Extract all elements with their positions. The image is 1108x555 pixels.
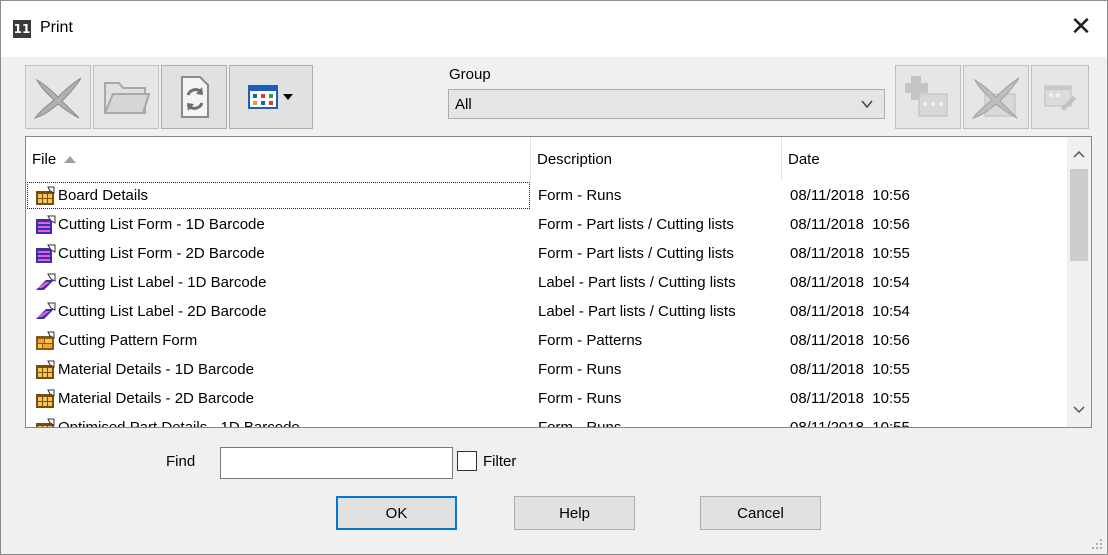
edit-group-button[interactable]: [1031, 65, 1089, 129]
table-row[interactable]: Cutting List Form - 2D Barcode Form - Par…: [26, 239, 1066, 268]
x-icon: [33, 77, 82, 119]
file-name: Cutting List Form - 2D Barcode: [58, 245, 265, 262]
table-row[interactable]: Cutting Pattern Form Form - Patterns 08/11…: [26, 326, 1066, 355]
refresh-button[interactable]: [161, 65, 227, 129]
scrollbar-thumb[interactable]: [1070, 169, 1088, 261]
app-icon: 11: [13, 20, 31, 38]
resize-grip-icon[interactable]: [1091, 538, 1103, 550]
form-icon: [34, 388, 56, 410]
date-cell: 08/11/2018 10:55: [790, 361, 910, 378]
file-name: Cutting List Label - 1D Barcode: [58, 274, 267, 291]
table-row[interactable]: Board Details Form - Runs 08/11/2018 10:56: [26, 181, 1066, 210]
file-cell[interactable]: Material Details - 1D Barcode: [26, 355, 531, 384]
file-cell[interactable]: Cutting List Form - 1D Barcode: [26, 210, 531, 239]
delete-button[interactable]: [25, 65, 91, 129]
folder-icon: [103, 82, 151, 114]
column-header-description[interactable]: Description: [531, 137, 782, 181]
column-header-date-label: Date: [788, 150, 820, 168]
group-select[interactable]: All: [448, 89, 885, 119]
description-cell: Form - Part lists / Cutting lists: [538, 245, 734, 262]
vertical-scrollbar[interactable]: [1067, 137, 1091, 427]
filter-label: Filter: [483, 453, 517, 470]
form-icon: [34, 417, 56, 427]
file-cell[interactable]: Cutting List Form - 2D Barcode: [26, 239, 531, 268]
table-row[interactable]: Cutting List Form - 1D Barcode Form - Par…: [26, 210, 1066, 239]
scroll-down-icon[interactable]: [1067, 399, 1091, 421]
table-row[interactable]: Material Details - 1D Barcode Form - Runs…: [26, 355, 1066, 384]
table-row[interactable]: Cutting List Label - 1D Barcode Label - P…: [26, 268, 1066, 297]
column-header-file[interactable]: File: [26, 137, 531, 181]
description-cell: Label - Part lists / Cutting lists: [538, 303, 736, 320]
file-cell[interactable]: Material Details - 2D Barcode: [26, 384, 531, 413]
cancel-button[interactable]: Cancel: [700, 496, 821, 530]
description-cell: Form - Runs: [538, 390, 622, 407]
file-name: Cutting List Form - 1D Barcode: [58, 216, 265, 233]
description-cell: Label - Part lists / Cutting lists: [538, 274, 736, 291]
table-row[interactable]: Optimised Part Details - 1D Barcode Form …: [26, 413, 1066, 428]
group-label: Group: [449, 66, 491, 83]
date-cell: 08/11/2018 10:56: [790, 216, 910, 233]
table-row[interactable]: Cutting List Label - 2D Barcode Label - P…: [26, 297, 1066, 326]
column-header-file-label: File: [32, 150, 57, 168]
column-header-date[interactable]: Date: [782, 137, 1066, 181]
date-cell: 08/11/2018 10:55: [790, 419, 910, 428]
date-cell: 08/11/2018 10:55: [790, 390, 910, 407]
file-name: Material Details - 2D Barcode: [58, 390, 254, 407]
file-name: Cutting Pattern Form: [58, 332, 198, 349]
chevron-down-icon: [861, 100, 873, 109]
label-icon: [34, 301, 56, 323]
list-form-icon: [34, 214, 56, 236]
description-cell: Form - Runs: [538, 361, 622, 378]
sort-ascending-icon: [64, 155, 77, 163]
form-icon: [34, 359, 56, 381]
file-name: Cutting List Label - 2D Barcode: [58, 303, 267, 320]
column-header-description-label: Description: [537, 150, 613, 168]
scroll-up-icon[interactable]: [1067, 143, 1091, 165]
list-header: File Description Date: [26, 137, 1066, 181]
print-dialog: 11 Print ✕ Group All File Description Da…: [0, 0, 1108, 555]
filter-checkbox[interactable]: [457, 451, 477, 471]
view-options-button[interactable]: [229, 65, 313, 129]
date-cell: 08/11/2018 10:54: [790, 303, 910, 320]
delete-group-button[interactable]: [963, 65, 1029, 129]
file-cell[interactable]: Cutting Pattern Form: [26, 326, 531, 355]
label-icon: [34, 272, 56, 294]
find-input[interactable]: [220, 447, 453, 479]
file-cell[interactable]: Optimised Part Details - 1D Barcode: [26, 413, 531, 428]
form-icon: [34, 185, 56, 207]
file-list[interactable]: File Description Date Board Details Form …: [25, 136, 1092, 428]
date-cell: 08/11/2018 10:55: [790, 245, 910, 262]
window-title: Print: [40, 19, 73, 36]
delete-group-icon: [971, 77, 1020, 119]
find-label: Find: [166, 453, 196, 470]
refresh-icon: [181, 76, 209, 118]
description-cell: Form - Part lists / Cutting lists: [538, 216, 734, 233]
description-cell: Form - Runs: [538, 187, 622, 204]
group-select-value: All: [455, 95, 472, 113]
pattern-form-icon: [34, 330, 56, 352]
date-cell: 08/11/2018 10:56: [790, 187, 910, 204]
dropdown-arrow-icon: [283, 94, 293, 100]
file-name: Material Details - 1D Barcode: [58, 361, 254, 378]
add-group-button[interactable]: [895, 65, 961, 129]
list-form-icon: [34, 243, 56, 265]
date-cell: 08/11/2018 10:56: [790, 332, 910, 349]
close-icon[interactable]: ✕: [1067, 12, 1095, 42]
help-button[interactable]: Help: [514, 496, 635, 530]
edit-group-icon: [1044, 85, 1076, 111]
file-name: Board Details: [58, 187, 149, 204]
title-bar: 11 Print ✕: [1, 1, 1107, 57]
grid-view-icon: [248, 85, 278, 109]
description-cell: Form - Runs: [538, 419, 622, 428]
description-cell: Form - Patterns: [538, 332, 643, 349]
add-group-icon: [905, 76, 948, 117]
date-cell: 08/11/2018 10:54: [790, 274, 910, 291]
file-cell[interactable]: Cutting List Label - 2D Barcode: [26, 297, 531, 326]
file-cell[interactable]: Board Details: [26, 181, 531, 210]
file-name: Optimised Part Details - 1D Barcode: [58, 419, 300, 428]
file-cell[interactable]: Cutting List Label - 1D Barcode: [26, 268, 531, 297]
ok-button[interactable]: OK: [336, 496, 457, 530]
open-button[interactable]: [93, 65, 159, 129]
table-row[interactable]: Material Details - 2D Barcode Form - Runs…: [26, 384, 1066, 413]
